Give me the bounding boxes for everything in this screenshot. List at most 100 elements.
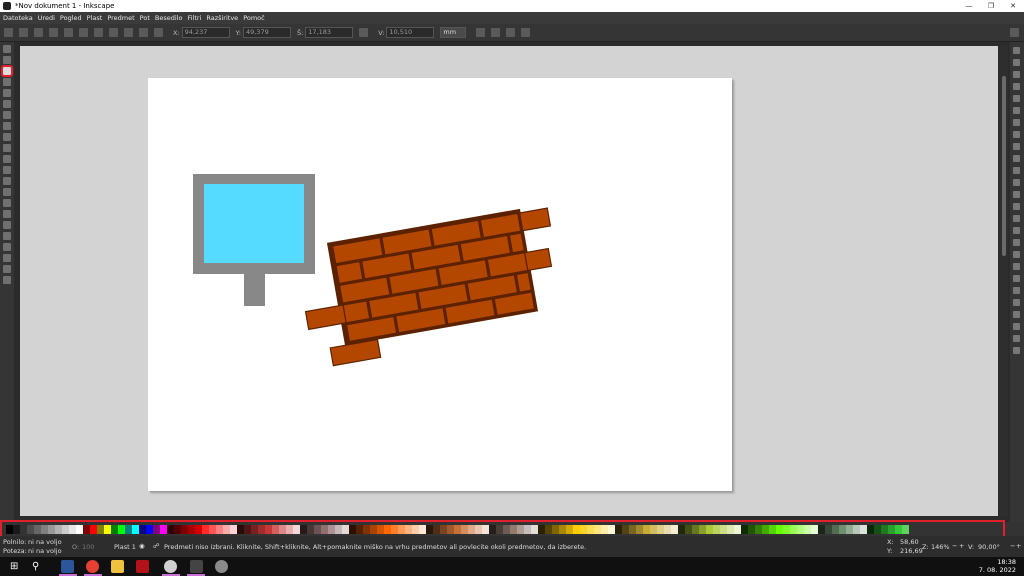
spray-tool-icon[interactable] — [3, 199, 11, 207]
y-field[interactable]: 49,379 — [242, 27, 291, 38]
save-icon[interactable] — [1013, 71, 1020, 78]
redo-icon[interactable] — [1013, 131, 1020, 138]
brick-wall[interactable] — [294, 204, 567, 369]
search-icon[interactable]: ⚲ — [32, 560, 45, 573]
menu-pomoc[interactable]: Pomoč — [243, 14, 265, 22]
stroke-value[interactable]: ni na voljo — [28, 547, 62, 555]
opacity-field[interactable]: 100 — [82, 543, 94, 551]
cut-icon[interactable] — [1013, 155, 1020, 162]
align-distribute-icon[interactable] — [1013, 323, 1020, 330]
pen-tool-icon[interactable] — [3, 122, 11, 130]
pencil-tool-icon[interactable] — [3, 133, 11, 141]
fill-stroke-icon[interactable] — [1013, 275, 1020, 282]
group-icon[interactable] — [1013, 251, 1020, 258]
document-properties-icon[interactable] — [1013, 347, 1020, 354]
lower-to-bottom-icon[interactable] — [154, 28, 163, 37]
ungroup-icon[interactable] — [1013, 263, 1020, 270]
rotate-ccw-icon[interactable] — [49, 28, 58, 37]
copy-icon[interactable] — [1013, 143, 1020, 150]
system-clock[interactable]: 18:38 7. 08. 2022 — [979, 558, 1016, 574]
clone-icon[interactable] — [1013, 227, 1020, 234]
undo-icon[interactable] — [1013, 119, 1020, 126]
import-icon[interactable] — [1013, 95, 1020, 102]
xml-editor-icon[interactable] — [1013, 311, 1020, 318]
raise-to-top-icon[interactable] — [109, 28, 118, 37]
maximize-icon[interactable]: ❐ — [980, 0, 1002, 12]
scale-stroke-icon[interactable] — [476, 28, 486, 37]
mesh-tool-icon[interactable] — [3, 177, 11, 185]
star-tool-icon[interactable] — [3, 78, 11, 86]
node-tool-icon[interactable] — [3, 56, 11, 64]
new-document-icon[interactable] — [1013, 47, 1020, 54]
inkscape-taskbar-icon[interactable] — [190, 560, 203, 573]
windows-start-icon[interactable]: ⊞ — [10, 560, 23, 573]
monitor-screen[interactable] — [204, 184, 304, 263]
duplicate-icon[interactable] — [1013, 215, 1020, 222]
zoom-selection-icon[interactable] — [1013, 179, 1020, 186]
preferences-icon[interactable] — [1013, 335, 1020, 342]
text-tool-icon[interactable] — [3, 155, 11, 163]
menu-razsiritve[interactable]: Razširitve — [206, 14, 238, 22]
select-all-icon[interactable] — [4, 28, 13, 37]
canvas-area[interactable] — [20, 46, 998, 516]
menu-predmet[interactable]: Predmet — [107, 14, 134, 22]
width-field[interactable]: 17,183 — [305, 27, 354, 38]
monitor-stand[interactable] — [244, 274, 265, 306]
unlink-clone-icon[interactable] — [1013, 239, 1020, 246]
zoom-out-icon[interactable]: − — [952, 542, 957, 550]
calligraphy-tool-icon[interactable] — [3, 144, 11, 152]
document-page[interactable] — [148, 78, 732, 491]
paint-app-icon[interactable] — [215, 560, 228, 573]
minimize-icon[interactable]: — — [958, 0, 980, 12]
media-app-icon[interactable] — [164, 560, 177, 573]
fill-value[interactable]: ni na voljo — [28, 538, 62, 546]
close-icon[interactable]: ✕ — [1002, 0, 1024, 12]
zoom-tool-icon[interactable] — [3, 265, 11, 273]
scrollbar-thumb[interactable] — [1002, 76, 1006, 256]
gradient-tool-icon[interactable] — [3, 166, 11, 174]
layers-icon[interactable] — [1013, 299, 1020, 306]
move-patterns-icon[interactable] — [521, 28, 531, 37]
selector-tool-icon[interactable] — [3, 45, 11, 53]
netflix-app-icon[interactable] — [136, 560, 149, 573]
paint-bucket-tool-icon[interactable] — [3, 221, 11, 229]
connector-tool-icon[interactable] — [3, 243, 11, 251]
chrome-app-icon[interactable] — [86, 560, 99, 573]
raise-icon[interactable] — [124, 28, 133, 37]
zoom-in-icon[interactable]: + — [959, 542, 964, 550]
menu-pot[interactable]: Pot — [140, 14, 150, 22]
scale-corners-icon[interactable] — [491, 28, 501, 37]
circle-tool-icon[interactable] — [3, 89, 11, 97]
menu-datoteka[interactable]: Datoteka — [3, 14, 33, 22]
spiral-tool-icon[interactable] — [3, 100, 11, 108]
zoom-page-icon[interactable] — [1013, 203, 1020, 210]
export-icon[interactable] — [1013, 107, 1020, 114]
zoom-drawing-icon[interactable] — [1013, 191, 1020, 198]
snap-toggle-icon[interactable] — [1010, 28, 1019, 37]
drawing[interactable] — [148, 78, 732, 491]
tweak-tool-icon[interactable] — [3, 232, 11, 240]
select-all-layers-icon[interactable] — [19, 28, 28, 37]
rotate-minus-icon[interactable]: − — [1010, 542, 1015, 550]
rotation-field[interactable]: 90,00° — [978, 543, 1000, 551]
file-explorer-icon[interactable] — [111, 560, 124, 573]
paste-icon[interactable] — [1013, 167, 1020, 174]
rotate-cw-icon[interactable] — [64, 28, 73, 37]
vertical-scrollbar[interactable] — [1000, 46, 1008, 516]
measure-tool-icon[interactable] — [3, 254, 11, 262]
menu-uredi[interactable]: Uredi — [38, 14, 55, 22]
menu-besedilo[interactable]: Besedilo — [155, 14, 183, 22]
move-gradients-icon[interactable] — [506, 28, 516, 37]
3d-box-tool-icon[interactable] — [3, 111, 11, 119]
zoom-field[interactable]: 146% — [931, 543, 950, 551]
menu-pogled[interactable]: Pogled — [60, 14, 82, 22]
text-font-icon[interactable] — [1013, 287, 1020, 294]
open-icon[interactable] — [1013, 59, 1020, 66]
word-app-icon[interactable] — [61, 560, 74, 573]
print-icon[interactable] — [1013, 83, 1020, 90]
layer-select[interactable]: Plast 1 — [114, 543, 136, 551]
x-field[interactable]: 94,237 — [181, 27, 230, 38]
rectangle-tool-icon[interactable] — [1, 65, 13, 77]
height-field[interactable]: 10,510 — [386, 27, 435, 38]
dropper-tool-icon[interactable] — [3, 188, 11, 196]
